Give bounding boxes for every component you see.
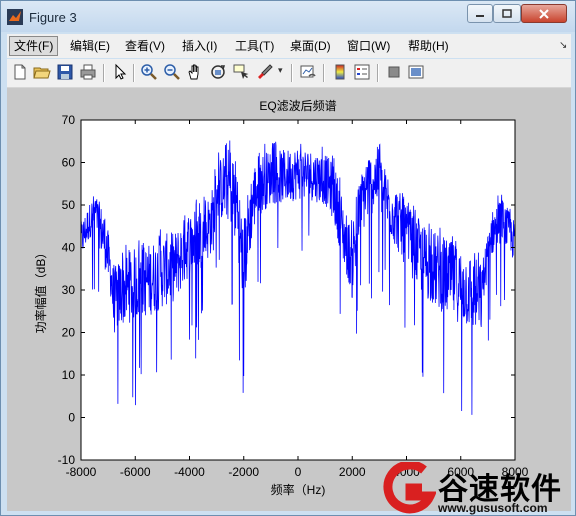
- menu-file[interactable]: 文件(F): [9, 36, 59, 56]
- watermark: 谷速软件 www.gususoft.com: [378, 460, 576, 516]
- chart-title: EQ滤波后频谱: [259, 99, 336, 113]
- figure-canvas: EQ滤波后频谱 -8000 -6000 -4000 -2000 0 2000 4000 600…: [7, 88, 571, 511]
- y-tick-label: -10: [58, 453, 76, 467]
- menu-insert[interactable]: 插入(I): [178, 36, 221, 56]
- y-tick-label: 50: [62, 198, 76, 212]
- close-button[interactable]: [521, 4, 567, 23]
- toolbar-separator: [133, 64, 135, 82]
- open-file-icon[interactable]: [33, 63, 51, 81]
- title-bar[interactable]: Figure 3: [1, 1, 575, 32]
- new-figure-icon[interactable]: [11, 63, 29, 81]
- y-tick-label: 60: [62, 156, 76, 170]
- y-tick-label: 10: [62, 368, 76, 382]
- toolbar-separator: [103, 64, 105, 82]
- print-icon[interactable]: [79, 63, 97, 81]
- y-tick-label: 40: [62, 241, 76, 255]
- menu-overflow-icon[interactable]: ↘: [559, 40, 567, 51]
- figure-toolbar: ▾: [7, 59, 571, 88]
- x-tick-label: -8000: [66, 465, 97, 479]
- menu-view[interactable]: 查看(V): [121, 36, 169, 56]
- y-axis-label: 功率幅值（dB）: [33, 247, 48, 334]
- pan-icon[interactable]: [186, 63, 204, 81]
- menu-bar: 文件(F) 编辑(E) 查看(V) 插入(I) 工具(T) 桌面(D) 窗口(W…: [7, 34, 571, 58]
- matlab-logo-icon: [7, 9, 23, 25]
- menu-desktop[interactable]: 桌面(D): [286, 36, 335, 56]
- window-title: Figure 3: [29, 10, 77, 25]
- x-tick-label: -2000: [228, 465, 259, 479]
- toolbar-separator: [291, 64, 293, 82]
- link-plot-icon[interactable]: [299, 63, 317, 81]
- brush-icon[interactable]: [256, 63, 274, 81]
- x-tick-label: -6000: [120, 465, 151, 479]
- minimize-button[interactable]: [467, 4, 493, 23]
- watermark-url: www.gususoft.com: [438, 501, 548, 515]
- x-tick-label: 0: [295, 465, 302, 479]
- maximize-button[interactable]: [493, 4, 521, 23]
- toolbar-separator: [323, 64, 325, 82]
- zoom-in-icon[interactable]: [140, 63, 158, 81]
- show-plot-tools-icon[interactable]: [407, 63, 425, 81]
- close-icon: [539, 8, 549, 19]
- minimize-icon: [476, 14, 484, 17]
- spectrum-plot[interactable]: EQ滤波后频谱 -8000 -6000 -4000 -2000 0 2000 4000 600…: [7, 88, 571, 511]
- figure-window: Figure 3 文件(F) 编辑(E) 查看(V) 插入(I) 工具(T) 桌…: [0, 0, 576, 516]
- zoom-out-icon[interactable]: [163, 63, 181, 81]
- save-icon[interactable]: [56, 63, 74, 81]
- maximize-icon: [502, 9, 512, 18]
- menu-tools[interactable]: 工具(T): [231, 36, 278, 56]
- colorbar-icon[interactable]: [331, 63, 349, 81]
- menu-window[interactable]: 窗口(W): [343, 36, 394, 56]
- gusu-logo-icon: [383, 462, 436, 514]
- y-tick-label: 30: [62, 283, 76, 297]
- data-cursor-icon[interactable]: [232, 63, 250, 81]
- rotate-3d-icon[interactable]: [209, 63, 227, 81]
- menu-help[interactable]: 帮助(H): [404, 36, 453, 56]
- x-axis-label: 频率（Hz): [271, 482, 326, 497]
- toolbar-separator: [377, 64, 379, 82]
- y-tick-label: 0: [68, 411, 75, 425]
- legend-icon[interactable]: [353, 63, 371, 81]
- pointer-icon[interactable]: [111, 63, 129, 81]
- brush-dropdown-icon[interactable]: ▾: [278, 65, 283, 76]
- hide-plot-tools-icon[interactable]: [385, 63, 403, 81]
- x-tick-label: 2000: [339, 465, 366, 479]
- menu-edit[interactable]: 编辑(E): [66, 36, 114, 56]
- y-tick-label: 20: [62, 326, 76, 340]
- x-tick-label: -4000: [174, 465, 205, 479]
- y-tick-label: 70: [62, 113, 76, 127]
